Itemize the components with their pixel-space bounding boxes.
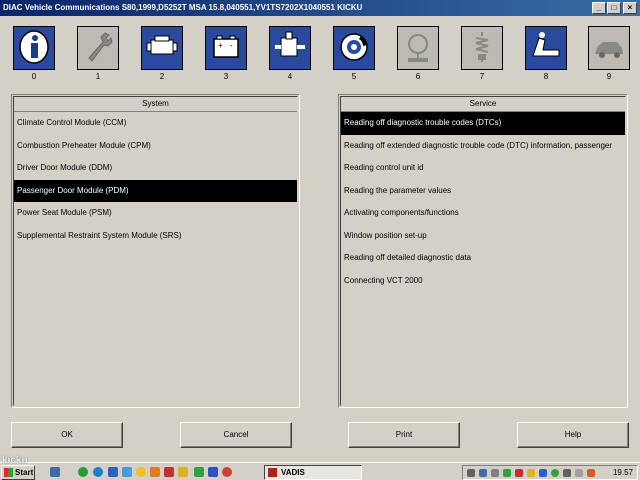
brake-icon [337,28,371,68]
tray-volume-icon[interactable] [563,469,571,477]
system-tray: 19.57 [462,465,638,480]
function-group-button-4[interactable] [269,26,311,70]
function-group-number: 3 [223,72,229,81]
gearbox-icon [273,28,307,68]
system-list-item[interactable]: Supplemental Restraint System Module (SR… [14,225,297,248]
service-list-item[interactable]: Reading off extended diagnostic trouble … [341,135,625,158]
function-group-number: 1 [95,72,101,81]
function-group-button-0[interactable] [13,26,55,70]
service-list-item[interactable]: Reading the parameter values [341,180,625,203]
function-group-button-5[interactable] [333,26,375,70]
internet-icon[interactable] [93,467,103,477]
start-button[interactable]: Start [1,465,35,480]
function-group-number: 7 [479,72,485,81]
title-bar: DIAC Vehicle Communications S80,1999,D52… [0,0,640,16]
svg-text:-: - [230,41,233,50]
ok-button[interactable]: OK [11,422,123,448]
suspension-icon [465,28,499,68]
function-group-number: 5 [351,72,357,81]
service-list-item[interactable]: Connecting VCT 2000 [341,270,625,293]
tray-network-icon[interactable] [467,469,475,477]
function-group-number: 0 [31,72,37,81]
system-list: Climate Control Module (CCM) Combustion P… [14,112,297,247]
steering-icon [401,28,435,68]
function-group-number: 4 [287,72,293,81]
system-header: System [14,97,297,112]
tray-security-icon[interactable] [527,469,535,477]
function-group-number: 2 [159,72,165,81]
system-list-item[interactable]: Climate Control Module (CCM) [14,112,297,135]
vadis-icon [268,468,277,477]
battery-icon: + - [209,28,243,68]
function-group-button-6[interactable] [397,26,439,70]
function-group-button-7[interactable] [461,26,503,70]
window-title: DIAC Vehicle Communications S80,1999,D52… [3,3,363,12]
clock[interactable]: 19.57 [613,466,633,479]
tray-monitor-icon[interactable] [479,469,487,477]
watermark-text: kicku [2,455,28,466]
mail-icon[interactable] [122,467,132,477]
service-list-item[interactable]: Activating components/functions [341,202,625,225]
system-list-item[interactable]: Driver Door Module (DDM) [14,157,297,180]
service-list-item[interactable]: Window position set-up [341,225,625,248]
engine-icon [145,28,179,68]
maximize-button[interactable]: □ [607,2,621,14]
service-list-item[interactable]: Reading off diagnostic trouble codes (DT… [341,112,625,135]
car-body-icon [592,28,626,68]
system-list-item[interactable]: Power Seat Module (PSM) [14,202,297,225]
browser-icon[interactable] [78,467,88,477]
desktop-icon[interactable] [50,467,60,477]
explorer-icon[interactable] [108,467,118,477]
close-button[interactable]: × [623,2,637,14]
function-group-button-9[interactable] [588,26,630,70]
chrome-icon[interactable] [222,467,232,477]
function-group-number: 9 [606,72,612,81]
function-group-toolbar: 0 1 2 + - 3 4 5 6 7 8 9 [0,18,640,86]
tray-status-icon[interactable] [551,469,559,477]
taskbar-vadis-button[interactable]: VADIS [264,465,362,480]
wrench-icon [81,28,115,68]
system-list-item[interactable]: Passenger Door Module (PDM) [14,179,297,202]
tray-sync-icon[interactable] [503,469,511,477]
function-group-button-1[interactable] [77,26,119,70]
print-button[interactable]: Print [348,422,460,448]
taskbar-vadis-label: VADIS [281,468,305,477]
svg-text:+: + [218,41,223,50]
tray-device-icon[interactable] [491,469,499,477]
service-list-item[interactable]: Reading control unit id [341,157,625,180]
windows-logo-icon [4,468,13,477]
system-list-item[interactable]: Combustion Preheater Module (CPM) [14,135,297,158]
tool-icon[interactable] [164,467,174,477]
system-panel: System Climate Control Module (CCM) Combu… [11,94,300,408]
tray-update-icon[interactable] [539,469,547,477]
messenger-icon[interactable] [136,467,146,477]
function-group-number: 8 [543,72,549,81]
function-group-button-3[interactable]: + - [205,26,247,70]
tray-app-icon[interactable] [587,469,595,477]
function-group-button-2[interactable] [141,26,183,70]
taskbar: Start VADIS 19.57 [0,462,640,480]
tray-printer-icon[interactable] [575,469,583,477]
diac-window: DIAC Vehicle Communications S80,1999,D52… [0,0,640,462]
media-icon[interactable] [150,467,160,477]
start-label: Start [15,468,34,477]
info-icon [17,28,51,68]
service-list: Reading off diagnostic trouble codes (DT… [341,112,625,292]
service-list-item[interactable]: Reading off detailed diagnostic data [341,247,625,270]
folder-icon[interactable] [178,467,188,477]
help-button[interactable]: Help [517,422,629,448]
cancel-button[interactable]: Cancel [180,422,292,448]
function-group-number: 6 [415,72,421,81]
document-icon[interactable] [208,467,218,477]
seat-icon [529,28,563,68]
tray-alert-icon[interactable] [515,469,523,477]
spreadsheet-icon[interactable] [194,467,204,477]
service-header: Service [341,97,625,112]
minimize-button[interactable]: _ [592,2,606,14]
function-group-button-8[interactable] [525,26,567,70]
service-panel: Service Reading off diagnostic trouble c… [338,94,628,408]
